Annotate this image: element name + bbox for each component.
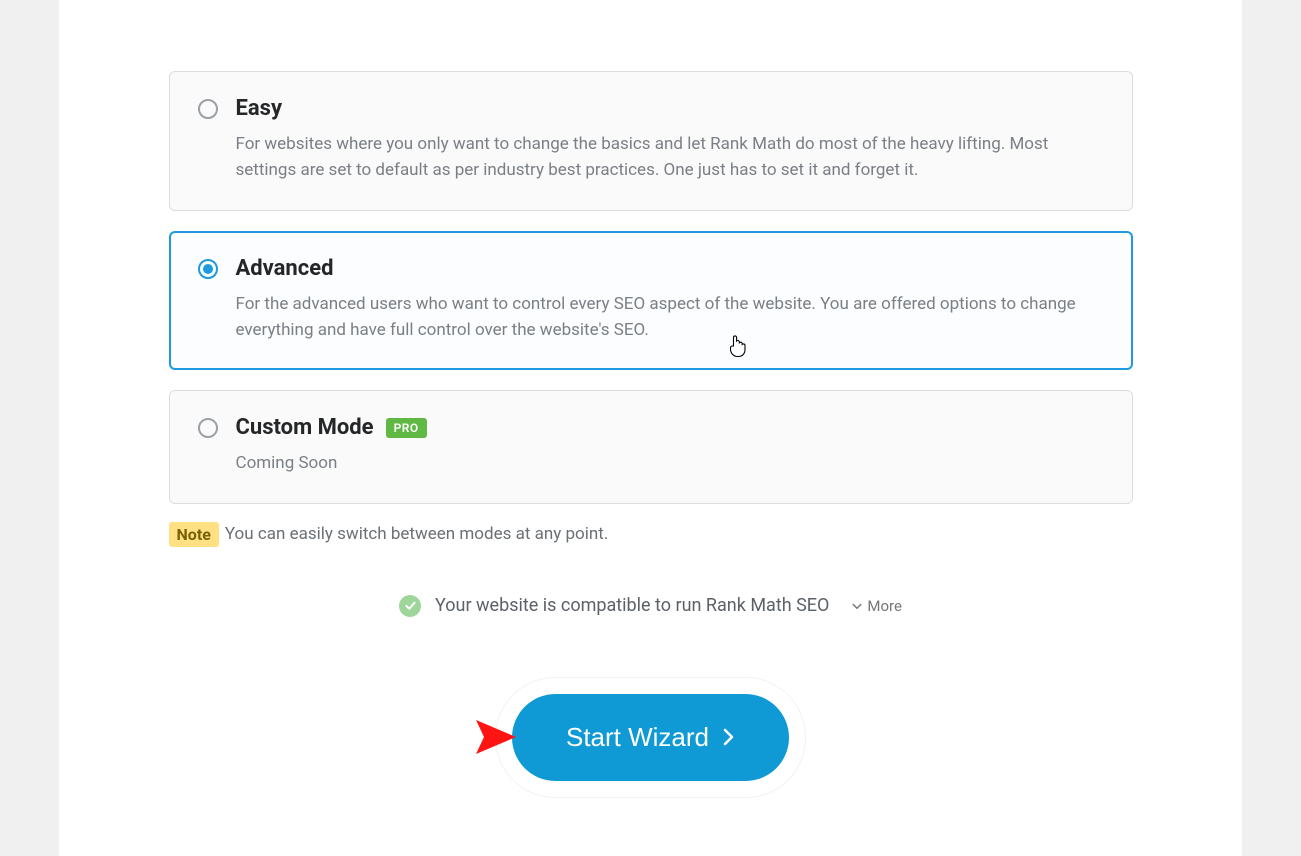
mode-title-custom: Custom Mode xyxy=(236,415,374,440)
pro-badge: PRO xyxy=(386,418,427,438)
more-label: More xyxy=(867,597,902,615)
annotation-arrow-icon xyxy=(356,712,516,762)
radio-icon xyxy=(198,259,218,279)
radio-icon xyxy=(198,418,218,438)
start-wizard-label: Start Wizard xyxy=(566,722,709,753)
compatibility-text: Your website is compatible to run Rank M… xyxy=(435,595,829,616)
mode-title-easy: Easy xyxy=(236,96,283,121)
check-circle-icon xyxy=(399,595,421,617)
chevron-right-icon xyxy=(723,728,735,746)
note-badge: Note xyxy=(169,522,219,547)
note-row: Note You can easily switch between modes… xyxy=(169,522,1133,547)
mode-option-easy[interactable]: Easy For websites where you only want to… xyxy=(169,71,1133,211)
note-text: You can easily switch between modes at a… xyxy=(225,524,608,544)
mode-option-advanced[interactable]: Advanced For the advanced users who want… xyxy=(169,231,1133,371)
mode-desc-advanced: For the advanced users who want to contr… xyxy=(236,291,1104,344)
mode-option-custom[interactable]: Custom Mode PRO Coming Soon xyxy=(169,390,1133,503)
mode-desc-easy: For websites where you only want to chan… xyxy=(236,131,1104,184)
mode-title-advanced: Advanced xyxy=(236,256,334,281)
cta-halo: Start Wizard xyxy=(495,677,806,798)
more-toggle[interactable]: More xyxy=(851,597,902,615)
compatibility-row: Your website is compatible to run Rank M… xyxy=(169,595,1133,617)
radio-icon xyxy=(198,99,218,119)
start-wizard-button[interactable]: Start Wizard xyxy=(512,694,789,781)
mode-desc-custom: Coming Soon xyxy=(236,450,1104,476)
chevron-down-icon xyxy=(851,600,863,612)
